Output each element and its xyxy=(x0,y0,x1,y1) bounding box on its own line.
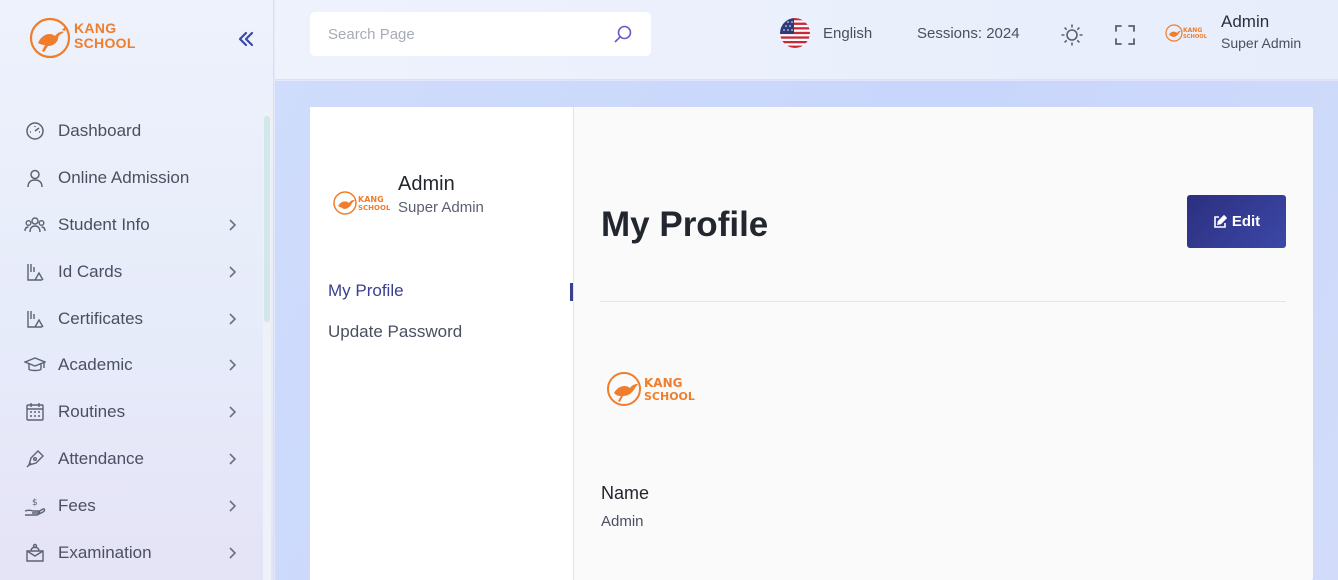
sidebar-item-label: Examination xyxy=(58,542,152,562)
profile-nav-user-name: Admin xyxy=(398,173,455,195)
graduation-cap-icon xyxy=(24,354,46,376)
page-title: My Profile xyxy=(601,205,769,244)
us-flag-icon xyxy=(780,18,810,48)
language-selector[interactable]: English xyxy=(780,18,872,48)
user-name: Admin xyxy=(1221,12,1270,31)
kangaroo-logo-icon xyxy=(29,17,71,59)
divider xyxy=(600,301,1286,302)
sidebar-item-label: Academic xyxy=(58,355,133,375)
edit-button-label: Edit xyxy=(1231,213,1261,230)
brand-logo[interactable]: KANG SCHOOL xyxy=(28,12,136,60)
sessions-selector[interactable]: Sessions: 2024 xyxy=(917,25,1020,42)
profile-content: My Profile Edit KANG SCHOOL Name Admin xyxy=(574,107,1313,580)
svg-text:KANG: KANG xyxy=(358,195,384,204)
chevron-right-icon xyxy=(224,312,240,326)
sidebar-item-fees[interactable]: $ Fees xyxy=(0,482,262,529)
user-role: Super Admin xyxy=(1221,35,1302,51)
sidebar-scrollbar[interactable] xyxy=(263,110,271,580)
sun-icon[interactable] xyxy=(1060,23,1084,47)
money-hand-icon: $ xyxy=(24,495,46,517)
user-avatar-logo-icon: KANG SCHOOL xyxy=(1165,24,1207,42)
sidebar-item-certificates[interactable]: Certificates xyxy=(0,295,262,342)
sidebar-item-label: Attendance xyxy=(58,448,145,468)
sidebar-item-online-admission[interactable]: Online Admission xyxy=(0,155,262,202)
sidebar-item-attendance[interactable]: Attendance xyxy=(0,436,262,483)
search-input[interactable] xyxy=(328,25,613,43)
svg-text:$: $ xyxy=(32,498,38,508)
nav-link-my-profile[interactable]: My Profile xyxy=(328,281,404,301)
brand-line2: SCHOOL xyxy=(74,35,136,51)
svg-text:SCHOOL: SCHOOL xyxy=(358,204,390,212)
sidebar-item-label: Student Info xyxy=(58,214,150,234)
chevron-right-icon xyxy=(224,405,240,419)
scrollbar-thumb[interactable] xyxy=(264,116,270,322)
profile-nav: KANG SCHOOL Admin Super Admin My Profile… xyxy=(310,107,574,580)
fullscreen-icon[interactable] xyxy=(1113,23,1137,47)
chevron-right-icon xyxy=(224,452,240,466)
active-indicator xyxy=(570,283,573,301)
search-box xyxy=(310,12,651,56)
sidebar-item-label: Dashboard xyxy=(58,121,142,141)
sidebar-item-id-cards[interactable]: Id Cards xyxy=(0,248,262,295)
chevron-right-icon xyxy=(224,358,240,372)
sidebar-item-label: Online Admission xyxy=(58,168,190,188)
brand-name: KANG SCHOOL xyxy=(74,21,136,51)
pen-icon xyxy=(24,448,46,470)
certificate-icon xyxy=(24,308,46,330)
sidebar-item-label: Routines xyxy=(58,402,126,422)
sidebar-item-label: Certificates xyxy=(58,308,144,328)
sidebar-item-routines[interactable]: Routines xyxy=(0,389,262,436)
name-label: Name xyxy=(601,483,650,503)
brand-line1: KANG xyxy=(74,20,117,36)
profile-nav-user-role: Super Admin xyxy=(398,199,484,216)
sidebar-item-academic[interactable]: Academic xyxy=(0,342,262,389)
svg-text:KANG: KANG xyxy=(644,376,682,390)
chevron-right-icon xyxy=(224,265,240,279)
profile-nav-user-info: Admin Super Admin xyxy=(398,171,484,219)
sidebar-item-dashboard[interactable]: Dashboard xyxy=(0,108,262,155)
language-label: English xyxy=(823,24,873,42)
sidebar: KANG SCHOOL Dashboard Online Admission S… xyxy=(0,0,274,580)
profile-nav-user: KANG SCHOOL Admin Super Admin xyxy=(332,171,484,219)
profile-card: KANG SCHOOL Admin Super Admin My Profile… xyxy=(310,107,1313,580)
collapse-sidebar-button[interactable] xyxy=(234,27,258,51)
chevron-right-icon xyxy=(224,546,240,560)
name-value: Admin xyxy=(601,513,644,530)
chevron-right-icon xyxy=(224,499,240,513)
search-icon[interactable] xyxy=(613,24,633,44)
svg-text:SCHOOL: SCHOOL xyxy=(1183,34,1207,40)
exam-icon xyxy=(24,542,46,564)
nav-link-update-password[interactable]: Update Password xyxy=(328,322,462,342)
profile-photo-logo-icon: KANG SCHOOL xyxy=(607,372,695,406)
edit-button[interactable]: Edit xyxy=(1187,195,1286,248)
calendar-icon xyxy=(24,401,46,423)
chevron-right-icon xyxy=(224,218,240,232)
sidebar-nav: Dashboard Online Admission Student Info … xyxy=(0,108,262,576)
users-icon xyxy=(24,214,46,236)
svg-text:KANG: KANG xyxy=(1183,27,1202,34)
double-chevron-left-icon xyxy=(238,31,254,47)
profile-avatar-logo-icon: KANG SCHOOL xyxy=(333,191,390,215)
user-icon xyxy=(24,167,46,189)
id-card-icon xyxy=(24,261,46,283)
sidebar-item-label: Id Cards xyxy=(58,261,123,281)
dashboard-icon xyxy=(24,120,46,142)
sidebar-item-label: Fees xyxy=(58,495,96,515)
top-bar: English Sessions: 2024 KANG SCHOOL Admin… xyxy=(275,0,1338,80)
sidebar-item-examination[interactable]: Examination xyxy=(0,529,262,576)
user-info: Admin Super Admin xyxy=(1221,12,1301,54)
edit-icon xyxy=(1214,214,1227,228)
svg-text:SCHOOL: SCHOOL xyxy=(644,390,695,403)
user-menu[interactable]: KANG SCHOOL Admin Super Admin xyxy=(1165,12,1301,54)
sidebar-item-student-info[interactable]: Student Info xyxy=(0,202,262,249)
